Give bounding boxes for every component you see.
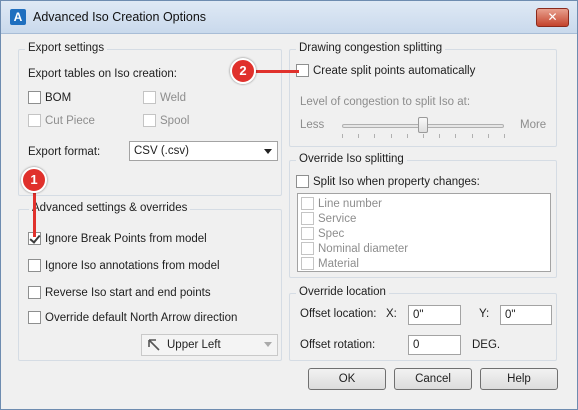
list-item-label: Spec [318,227,345,240]
export-format-select[interactable]: CSV (.csv) [129,141,278,161]
list-item-check-box[interactable] [301,227,314,240]
ignore-break-points-checkbox[interactable]: Ignore Break Points from model [28,232,207,245]
list-item-label: Nominal diameter [318,242,409,255]
bom-checkbox[interactable]: BOM [28,91,71,104]
north-arrow-select[interactable]: Upper Left [141,334,278,356]
bom-label: BOM [45,91,72,104]
north-arrow-icon [148,339,160,351]
ok-button[interactable]: OK [308,368,386,390]
callout-2-badge: 2 [230,58,256,84]
slider-tick [342,134,343,138]
list-item[interactable]: Line number [301,197,382,210]
help-button[interactable]: Help [480,368,558,390]
list-item-label: Service [318,212,357,225]
weld-checkbox[interactable]: Weld [143,91,186,104]
spool-label: Spool [160,114,190,127]
close-button[interactable]: ✕ [536,8,569,27]
offset-y-input[interactable]: 0" [500,305,552,325]
cut-piece-check-box[interactable] [28,114,41,127]
reverse-iso-label: Reverse Iso start and end points [45,286,211,299]
dialog-window: A Advanced Iso Creation Options ✕ Export… [0,0,578,410]
cut-piece-checkbox[interactable]: Cut Piece [28,114,95,127]
cut-piece-label: Cut Piece [45,114,95,127]
create-split-checkbox[interactable]: Create split points automatically [296,64,475,77]
ignore-annotations-checkbox[interactable]: Ignore Iso annotations from model [28,259,220,272]
reverse-iso-check-box[interactable] [28,286,41,299]
slider-tick [406,134,408,138]
list-item-check-box[interactable] [301,257,314,270]
bom-check-box[interactable] [28,91,41,104]
list-item-check-box[interactable] [301,212,314,225]
split-iso-checkbox[interactable]: Split Iso when property changes: [296,175,480,188]
x-label: X: [386,308,397,320]
offset-rotation-input[interactable]: 0 [408,335,461,355]
callout-1-badge: 1 [21,167,47,193]
override-north-check-box[interactable] [28,311,41,324]
slider-tick [358,134,360,138]
override-north-label: Override default North Arrow direction [45,311,238,324]
north-arrow-value: Upper Left [167,339,221,351]
callout-1-connector [33,193,36,237]
split-properties-list[interactable]: Line number Service Spec Nominal diamete… [297,193,551,272]
congestion-slider-thumb[interactable] [418,117,428,133]
offset-rotation-label: Offset rotation: [300,339,376,351]
slider-tick [487,134,489,138]
slider-tick [471,134,473,138]
weld-check-box[interactable] [143,91,156,104]
congestion-level-label: Level of congestion to split Iso at: [300,96,471,108]
title-bar[interactable]: A Advanced Iso Creation Options ✕ [1,1,577,34]
list-item[interactable]: Material [301,257,359,270]
y-label: Y: [479,308,490,320]
congestion-legend: Drawing congestion splitting [296,42,446,54]
list-item-label: Line number [318,197,382,210]
slider-tick [423,134,424,138]
list-item-check-box[interactable] [301,197,314,210]
create-split-label: Create split points automatically [313,64,476,77]
override-north-checkbox[interactable]: Override default North Arrow direction [28,311,237,324]
slider-more-label: More [520,119,547,131]
override-splitting-legend: Override Iso splitting [296,153,407,165]
app-logo-icon: A [10,9,26,25]
split-iso-label: Split Iso when property changes: [313,175,480,188]
offset-location-label: Offset location: [300,308,377,320]
override-location-legend: Override location [296,286,389,298]
ignore-break-points-label: Ignore Break Points from model [45,232,207,245]
advanced-settings-legend: Advanced settings & overrides [29,202,191,214]
weld-label: Weld [160,91,186,104]
degrees-label: DEG. [472,339,501,351]
list-item[interactable]: Nominal diameter [301,242,408,255]
spool-check-box[interactable] [143,114,156,127]
ignore-annotations-label: Ignore Iso annotations from model [45,259,220,272]
offset-x-input[interactable]: 0" [408,305,461,325]
slider-tick [374,134,376,138]
chevron-down-icon [264,149,272,154]
window-title: Advanced Iso Creation Options [33,10,207,24]
export-format-value: CSV (.csv) [134,145,189,157]
slider-less-label: Less [300,119,325,131]
ignore-annotations-check-box[interactable] [28,259,41,272]
slider-tick [504,134,505,138]
slider-tick [455,134,457,138]
list-item-check-box[interactable] [301,242,314,255]
export-tables-label: Export tables on Iso creation: [28,68,177,80]
slider-tick [439,134,441,138]
chevron-down-icon [264,342,272,347]
cancel-button[interactable]: Cancel [394,368,472,390]
spool-checkbox[interactable]: Spool [143,114,189,127]
list-item[interactable]: Service [301,212,356,225]
export-format-label: Export format: [28,146,101,158]
list-item[interactable]: Spec [301,227,344,240]
list-item-label: Material [318,257,359,270]
split-iso-check-box[interactable] [296,175,309,188]
export-settings-legend: Export settings [25,42,108,54]
reverse-iso-checkbox[interactable]: Reverse Iso start and end points [28,286,211,299]
slider-tick [390,134,392,138]
callout-2-connector [255,70,299,73]
